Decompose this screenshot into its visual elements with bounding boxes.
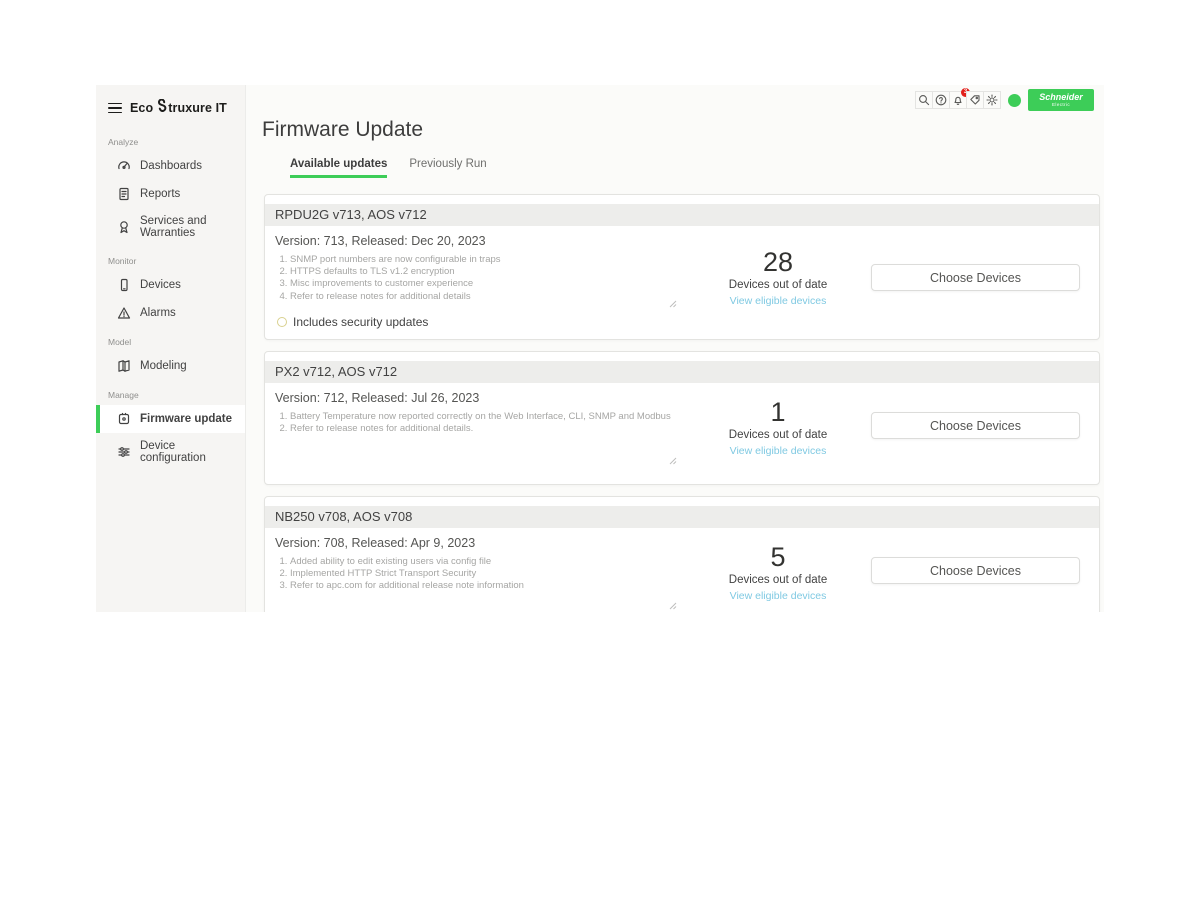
sidebar-item-device-configuration[interactable]: Device configuration	[96, 433, 245, 471]
main-content: 3 Schneider Electric Firmware Update Ava…	[246, 85, 1104, 612]
tag-icon	[969, 94, 981, 106]
view-eligible-devices-link[interactable]: View eligible devices	[693, 590, 863, 602]
alarm-warning-icon	[117, 306, 131, 320]
section-label-analyze: Analyze	[96, 127, 245, 152]
logo-suffix: truxure IT	[168, 101, 227, 115]
tab-available-updates[interactable]: Available updates	[290, 158, 387, 178]
version-line: Version: 708, Released: Apr 9, 2023	[275, 536, 1099, 550]
gear-icon	[986, 94, 998, 106]
award-tag-icon	[117, 220, 131, 234]
sidebar-item-firmware-update[interactable]: Firmware update	[96, 405, 245, 433]
device-icon	[117, 278, 131, 292]
sidebar-item-label: Firmware update	[140, 413, 232, 425]
release-note: Refer to release notes for additional de…	[290, 291, 677, 302]
search-icon	[918, 94, 930, 106]
update-cards: RPDU2G v713, AOS v712 Version: 713, Rele…	[246, 194, 1104, 612]
security-note-row: Includes security updates	[277, 315, 428, 329]
release-note: Refer to apc.com for additional release …	[290, 580, 677, 591]
help-button[interactable]	[932, 91, 950, 109]
textarea-resize-handle[interactable]	[669, 597, 677, 605]
out-of-date-count: 1	[693, 399, 863, 426]
version-line: Version: 712, Released: Jul 26, 2023	[275, 391, 1099, 405]
notifications-button[interactable]: 3	[949, 91, 967, 109]
out-of-date-label: Devices out of date	[693, 574, 863, 586]
sidebar-item-dashboards[interactable]: Dashboards	[96, 152, 245, 180]
sidebar-item-label: Reports	[140, 188, 180, 200]
release-note: Added ability to edit existing users via…	[290, 556, 677, 567]
sidebar-item-modeling[interactable]: Modeling	[96, 352, 245, 380]
modeling-map-icon	[117, 359, 131, 373]
device-stats: 28 Devices out of date View eligible dev…	[693, 249, 863, 307]
sidebar-item-services-and-warranties[interactable]: Services and Warranties	[96, 208, 245, 246]
release-note: Misc improvements to customer experience	[290, 278, 677, 289]
release-notes-list: SNMP port numbers are now configurable i…	[277, 254, 677, 302]
sidebar-item-label: Devices	[140, 279, 181, 291]
update-card-rpdu2g: RPDU2G v713, AOS v712 Version: 713, Rele…	[264, 194, 1100, 340]
logo-prefix: Eco	[130, 101, 153, 115]
release-note: Implemented HTTP Strict Transport Securi…	[290, 568, 677, 579]
security-note-label: Includes security updates	[293, 315, 428, 329]
sidebar: Eco truxure IT Analyze Dashboards Reports…	[96, 85, 246, 612]
release-note: Battery Temperature now reported correct…	[290, 411, 677, 422]
sidebar-item-label: Device configuration	[140, 440, 241, 464]
section-label-monitor: Monitor	[96, 246, 245, 271]
security-badge-icon	[277, 317, 287, 327]
page-title: Firmware Update	[262, 118, 1104, 142]
release-notes-list: Battery Temperature now reported correct…	[277, 411, 677, 434]
out-of-date-count: 28	[693, 249, 863, 276]
release-note: HTTPS defaults to TLS v1.2 encryption	[290, 266, 677, 277]
configuration-sliders-icon	[117, 445, 131, 459]
schneider-logo-line2: Electric	[1052, 102, 1070, 107]
settings-button[interactable]	[983, 91, 1001, 109]
sidebar-item-alarms[interactable]: Alarms	[96, 299, 245, 327]
device-stats: 5 Devices out of date View eligible devi…	[693, 544, 863, 602]
version-line: Version: 713, Released: Dec 20, 2023	[275, 234, 1099, 248]
app-window: Eco truxure IT Analyze Dashboards Reports…	[96, 85, 1104, 612]
tags-button[interactable]	[966, 91, 984, 109]
out-of-date-count: 5	[693, 544, 863, 571]
sidebar-item-label: Alarms	[140, 307, 176, 319]
out-of-date-label: Devices out of date	[693, 279, 863, 291]
textarea-resize-handle[interactable]	[669, 295, 677, 303]
choose-devices-button[interactable]: Choose Devices	[871, 412, 1080, 439]
release-note: Refer to release notes for additional de…	[290, 423, 677, 434]
tab-previously-run[interactable]: Previously Run	[409, 158, 486, 178]
choose-devices-button[interactable]: Choose Devices	[871, 264, 1080, 291]
report-document-icon	[117, 187, 131, 201]
gauge-icon	[117, 159, 131, 173]
textarea-resize-handle[interactable]	[669, 452, 677, 460]
update-card-px2: PX2 v712, AOS v712 Version: 712, Release…	[264, 351, 1100, 485]
card-title: PX2 v712, AOS v712	[265, 361, 1099, 383]
search-button[interactable]	[915, 91, 933, 109]
sidebar-item-label: Dashboards	[140, 160, 202, 172]
device-stats: 1 Devices out of date View eligible devi…	[693, 399, 863, 457]
view-eligible-devices-link[interactable]: View eligible devices	[693, 445, 863, 457]
choose-devices-button[interactable]: Choose Devices	[871, 557, 1080, 584]
ecostruxure-glyph-icon	[154, 99, 167, 117]
out-of-date-label: Devices out of date	[693, 429, 863, 441]
schneider-logo-line1: Schneider	[1039, 93, 1083, 102]
topbar: 3 Schneider Electric	[916, 89, 1094, 111]
view-eligible-devices-link[interactable]: View eligible devices	[693, 295, 863, 307]
schneider-electric-logo[interactable]: Schneider Electric	[1028, 89, 1094, 111]
section-label-manage: Manage	[96, 380, 245, 405]
card-title: NB250 v708, AOS v708	[265, 506, 1099, 528]
update-card-nb250: NB250 v708, AOS v708 Version: 708, Relea…	[264, 496, 1100, 612]
logo-row: Eco truxure IT	[96, 93, 245, 127]
hamburger-menu-icon[interactable]	[108, 103, 122, 114]
user-status-dot[interactable]	[1008, 94, 1021, 107]
card-title: RPDU2G v713, AOS v712	[265, 204, 1099, 226]
help-icon	[935, 94, 947, 106]
sidebar-item-label: Modeling	[140, 360, 187, 372]
section-label-model: Model	[96, 327, 245, 352]
release-notes-list: Added ability to edit existing users via…	[277, 556, 677, 592]
sidebar-item-devices[interactable]: Devices	[96, 271, 245, 299]
release-note: SNMP port numbers are now configurable i…	[290, 254, 677, 265]
sidebar-item-reports[interactable]: Reports	[96, 180, 245, 208]
firmware-update-icon	[117, 412, 131, 426]
ecostruxure-logo: Eco truxure IT	[130, 99, 227, 117]
sidebar-item-label: Services and Warranties	[140, 215, 241, 239]
tabs: Available updates Previously Run	[290, 158, 1104, 178]
